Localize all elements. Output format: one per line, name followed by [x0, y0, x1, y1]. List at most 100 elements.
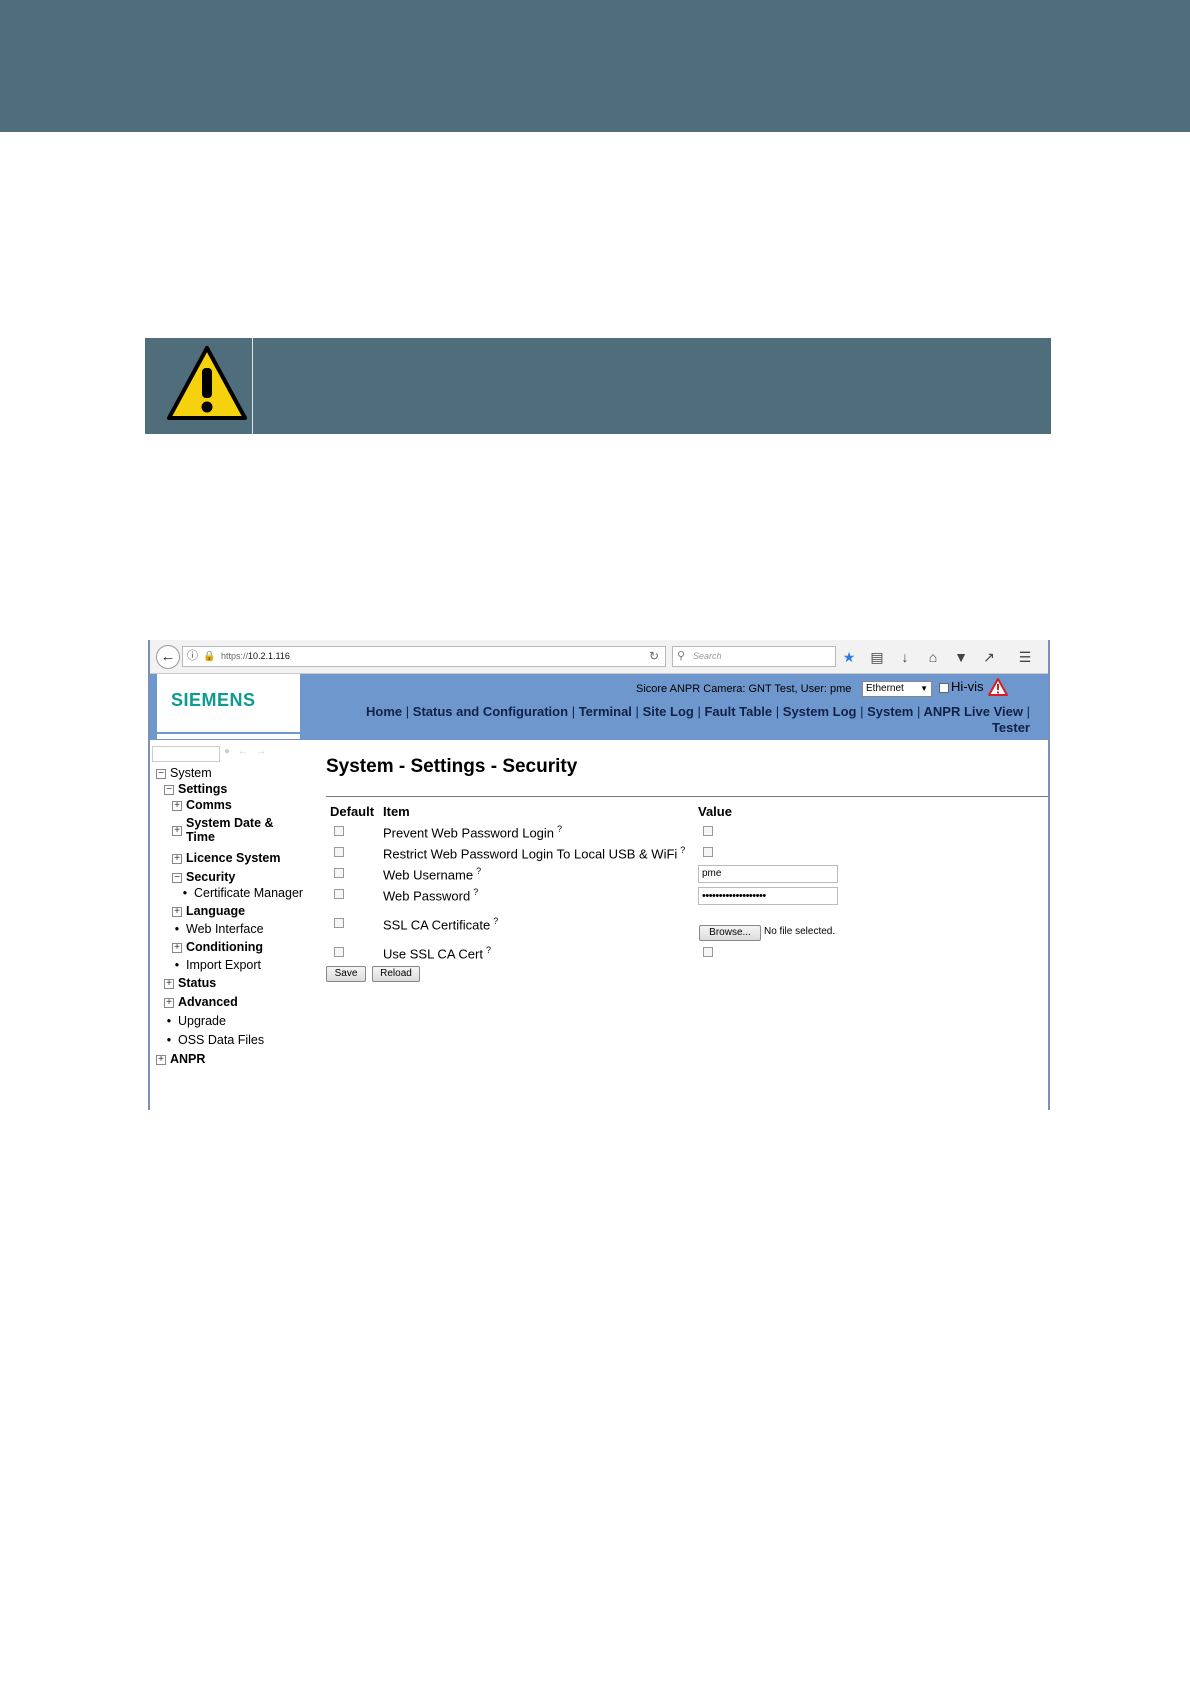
camera-info: Sicore ANPR Camera: GNT Test, User: pme	[636, 683, 852, 695]
hivis-label: Hi-vis	[951, 679, 984, 694]
tree-label: ANPR	[170, 1052, 206, 1066]
lock-warning-icon[interactable]: 🔒	[203, 647, 215, 666]
tree-item-certificate-manager[interactable]: • Certificate Manager	[180, 886, 303, 900]
address-bar[interactable]: ⓘ 🔒 https://10.2.1.116 ↻	[182, 646, 666, 667]
page-title: System - Settings - Security	[326, 756, 578, 777]
tree-item-oss-data-files[interactable]: • OSS Data Files	[164, 1033, 264, 1047]
setting-label-text: SSL CA Certificate	[383, 917, 491, 933]
nav-site-log[interactable]: Site Log	[643, 704, 694, 719]
tree-label: System Date &	[186, 816, 274, 830]
collapse-icon[interactable]: −	[164, 785, 174, 795]
setting-label: Restrict Web Password Login To Local USB…	[383, 845, 685, 861]
alert-icon[interactable]	[988, 678, 1008, 696]
help-icon[interactable]: ?	[680, 845, 685, 855]
help-icon[interactable]: ?	[473, 887, 478, 897]
collapse-icon[interactable]: −	[156, 769, 166, 779]
siemens-logo: SIEMENS	[171, 690, 256, 710]
url-host: 10.2.1.116	[248, 651, 290, 661]
tree-item-conditioning[interactable]: + Conditioning	[172, 940, 263, 954]
setting-label: SSL CA Certificate?	[383, 916, 498, 932]
nav-fault-table[interactable]: Fault Table	[704, 704, 772, 719]
expand-icon[interactable]: +	[164, 998, 174, 1008]
prevent-login-checkbox[interactable]	[703, 826, 713, 836]
use-ssl-ca-checkbox[interactable]	[703, 947, 713, 957]
expand-icon[interactable]: +	[172, 826, 182, 836]
tree-label: Web Interface	[186, 922, 264, 936]
tree-item-import-export[interactable]: • Import Export	[172, 958, 261, 972]
default-checkbox[interactable]	[334, 826, 344, 836]
hivis-checkbox[interactable]	[939, 683, 949, 693]
setting-label: Prevent Web Password Login?	[383, 824, 562, 840]
help-icon[interactable]: ?	[476, 866, 481, 876]
expand-icon[interactable]: +	[156, 1055, 166, 1065]
default-checkbox[interactable]	[334, 847, 344, 857]
help-icon[interactable]: ?	[486, 945, 491, 955]
interface-select[interactable]: Ethernet ▼	[862, 681, 932, 697]
bullet-icon: •	[182, 886, 188, 900]
col-header-default: Default	[330, 804, 375, 819]
tree-item-anpr[interactable]: + ANPR	[156, 1052, 205, 1066]
bullet-icon: •	[166, 1014, 172, 1028]
tree-item-comms[interactable]: + Comms	[172, 798, 232, 812]
nav-anpr-live-view[interactable]: ANPR Live View	[924, 704, 1023, 719]
nav-tester[interactable]: Tester	[910, 720, 1030, 735]
info-icon[interactable]: ⓘ	[187, 647, 198, 666]
web-username-input[interactable]: pme	[698, 865, 838, 883]
setting-label: Web Password?	[383, 887, 478, 903]
expand-icon[interactable]: +	[172, 907, 182, 917]
default-checkbox[interactable]	[334, 889, 344, 899]
tree-filter-input[interactable]	[152, 746, 220, 762]
tree-label: System	[170, 766, 212, 780]
extension-icon[interactable]: ↗	[980, 648, 998, 666]
reload-button[interactable]: Reload	[372, 966, 420, 982]
search-icon: ⚲	[677, 650, 686, 662]
back-arrow-icon[interactable]: ←	[156, 645, 180, 669]
home-icon[interactable]: ⌂	[924, 648, 942, 666]
default-checkbox[interactable]	[334, 947, 344, 957]
web-password-input[interactable]: •••••••••••••••••••	[698, 887, 838, 905]
tree-label: Certificate Manager	[194, 886, 304, 900]
search-input[interactable]: ⚲ Search	[672, 646, 836, 667]
file-status: No file selected.	[764, 926, 836, 937]
help-icon[interactable]: ?	[493, 916, 498, 926]
bookmark-star-icon[interactable]: ★	[840, 648, 858, 666]
default-checkbox[interactable]	[334, 918, 344, 928]
expand-icon[interactable]: +	[172, 801, 182, 811]
nav-terminal[interactable]: Terminal	[579, 704, 632, 719]
menu-icon[interactable]: ☰	[1016, 648, 1034, 666]
tree-label: OSS Data Files	[178, 1033, 265, 1047]
tree-item-licence-system[interactable]: + Licence System	[172, 851, 281, 865]
collapse-icon[interactable]: −	[172, 873, 182, 883]
expand-icon[interactable]: +	[172, 943, 182, 953]
clipboard-icon[interactable]: ▤	[868, 648, 886, 666]
tree-item-status[interactable]: + Status	[164, 976, 216, 990]
nav-home[interactable]: Home	[366, 704, 402, 719]
nav-system-log[interactable]: System Log	[783, 704, 857, 719]
expand-icon[interactable]: +	[164, 979, 174, 989]
tree-item-language[interactable]: + Language	[172, 904, 245, 918]
tree-item-settings[interactable]: − Settings	[164, 782, 227, 796]
restrict-login-checkbox[interactable]	[703, 847, 713, 857]
default-checkbox[interactable]	[334, 868, 344, 878]
help-icon[interactable]: ?	[557, 824, 562, 834]
tree-item-system-date[interactable]: + System Date & Time	[172, 816, 274, 844]
url-text: https://10.2.1.116	[221, 647, 290, 666]
tree-label: Advanced	[178, 995, 238, 1009]
tree-item-advanced[interactable]: + Advanced	[164, 995, 238, 1009]
tree-item-upgrade[interactable]: • Upgrade	[164, 1014, 226, 1028]
tree-item-system[interactable]: − System	[156, 766, 212, 780]
tree-label: Upgrade	[178, 1014, 226, 1028]
expand-icon[interactable]: +	[172, 854, 182, 864]
pocket-icon[interactable]: ▼	[952, 648, 970, 666]
download-icon[interactable]: ↓	[896, 648, 914, 666]
nav-system[interactable]: System	[867, 704, 913, 719]
browse-button[interactable]: Browse...	[699, 925, 761, 941]
reload-icon[interactable]: ↻	[649, 647, 659, 666]
logo-panel: SIEMENS	[157, 674, 300, 732]
warning-box	[145, 338, 1051, 434]
nav-status-configuration[interactable]: Status and Configuration	[413, 704, 568, 719]
tree-item-security[interactable]: − Security	[172, 870, 235, 884]
save-button[interactable]: Save	[326, 966, 366, 982]
tree-item-web-interface[interactable]: • Web Interface	[172, 922, 264, 936]
search-placeholder: Search	[693, 651, 722, 661]
